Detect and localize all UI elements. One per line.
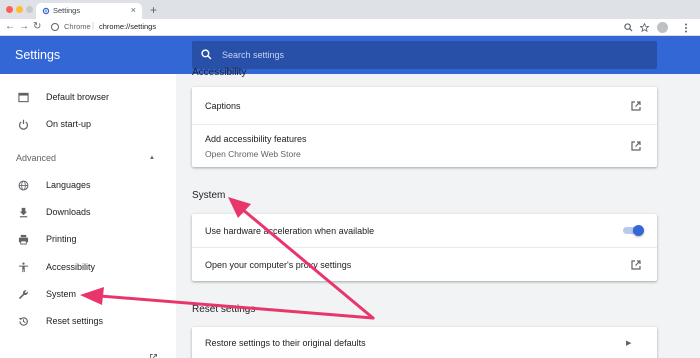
sidebar-item-default-browser[interactable]: Default browser [0, 87, 176, 109]
proxy-settings-row[interactable]: Open your computer's proxy settings [192, 247, 657, 281]
restore-defaults-row[interactable]: Restore settings to their original defau… [192, 327, 657, 358]
search-icon [201, 49, 212, 60]
globe-icon [18, 180, 29, 191]
settings-header: Settings [0, 36, 700, 74]
sidebar-item-label: Printing [46, 234, 77, 244]
tab-title: Settings [53, 6, 81, 15]
row-label: Add accessibility features [205, 134, 307, 144]
avatar[interactable] [657, 22, 668, 33]
toggle-knob [633, 225, 644, 236]
wrench-icon [18, 290, 28, 300]
section-title-system: System [192, 190, 226, 201]
section-title-accessibility: Accessibility [192, 67, 247, 78]
browser-toolbar: ← → ↻ Chrome | chrome://settings [0, 19, 700, 36]
row-label: Restore settings to their original defau… [205, 338, 366, 348]
power-icon [19, 119, 28, 130]
chevron-right-icon: ▶ [626, 340, 632, 347]
row-sublabel: Open Chrome Web Store [205, 149, 301, 159]
open-in-new-icon[interactable] [149, 353, 158, 358]
sidebar-item-accessibility[interactable]: Accessibility [0, 257, 176, 279]
sidebar-item-label: Reset settings [46, 316, 104, 326]
captions-row[interactable]: Captions [192, 87, 657, 124]
reset-card: Restore settings to their original defau… [192, 327, 657, 358]
sidebar-item-languages[interactable]: Languages [0, 175, 176, 197]
star-icon[interactable] [640, 23, 649, 32]
gear-icon [42, 7, 50, 15]
search-input[interactable] [222, 41, 642, 69]
minimize-window-button[interactable] [16, 6, 23, 13]
printer-icon [18, 234, 29, 245]
page-title: Settings [15, 48, 61, 62]
system-card: Use hardware acceleration when available… [192, 214, 657, 281]
section-title-reset-settings: Reset settings [192, 304, 256, 315]
new-tab-button[interactable]: + [150, 3, 157, 17]
tab-strip: Settings × + [0, 0, 700, 19]
back-button[interactable]: ← [5, 21, 15, 32]
hardware-acceleration-toggle[interactable] [622, 224, 644, 236]
chevron-up-icon[interactable]: ▲ [149, 155, 155, 161]
menu-icon[interactable] [684, 23, 688, 33]
sidebar-item-label: Default browser [46, 92, 110, 102]
chrome-site-icon [51, 23, 59, 31]
sidebar-item-reset-settings[interactable]: Reset settings [0, 311, 176, 333]
tab-close-button[interactable]: × [131, 5, 136, 15]
history-icon [18, 317, 28, 326]
sidebar-item-label: Downloads [46, 207, 91, 217]
sidebar-item-label: Accessibility [46, 262, 96, 272]
sidebar-item-label: On start-up [46, 119, 92, 129]
sidebar-item-system[interactable]: System [0, 284, 176, 306]
reload-button[interactable]: ↻ [33, 21, 41, 32]
add-accessibility-features-row[interactable]: Add accessibility features Open Chrome W… [192, 124, 657, 167]
tab-settings[interactable]: Settings × [36, 3, 142, 19]
maximize-window-button[interactable] [26, 6, 33, 13]
sidebar-section-advanced[interactable]: Advanced [16, 153, 56, 163]
row-label: Captions [205, 101, 241, 111]
row-label: Use hardware acceleration when available [205, 226, 375, 236]
accessibility-icon [18, 262, 29, 273]
sidebar-item-downloads[interactable]: Downloads [0, 202, 176, 224]
open-in-new-icon[interactable] [630, 259, 642, 271]
omnibox-separator: | [92, 21, 95, 30]
sidebar: Default browser On start-up Advanced ▲ L… [0, 74, 176, 358]
open-in-new-icon[interactable] [630, 140, 642, 152]
row-label: Open your computer's proxy settings [205, 260, 352, 270]
accessibility-card: Captions Add accessibility features Open… [192, 87, 657, 167]
sidebar-item-on-start-up[interactable]: On start-up [0, 114, 176, 136]
sidebar-item-label: Languages [46, 180, 91, 190]
hardware-acceleration-row[interactable]: Use hardware acceleration when available [192, 214, 657, 247]
open-in-new-icon[interactable] [630, 100, 642, 112]
browser-icon [18, 92, 29, 103]
omnibox-url: chrome://settings [99, 22, 157, 31]
sidebar-item-cut-off[interactable] [0, 74, 176, 84]
search-icon[interactable] [624, 23, 633, 32]
sidebar-item-printing[interactable]: Printing [0, 229, 176, 251]
address-bar[interactable]: Chrome | chrome://settings [47, 20, 612, 35]
omnibox-scheme: Chrome [64, 22, 91, 31]
download-icon [19, 207, 28, 218]
search-box[interactable] [192, 41, 657, 69]
forward-button[interactable]: → [19, 21, 29, 32]
sidebar-item-label: System [46, 289, 77, 299]
close-window-button[interactable] [6, 6, 13, 13]
